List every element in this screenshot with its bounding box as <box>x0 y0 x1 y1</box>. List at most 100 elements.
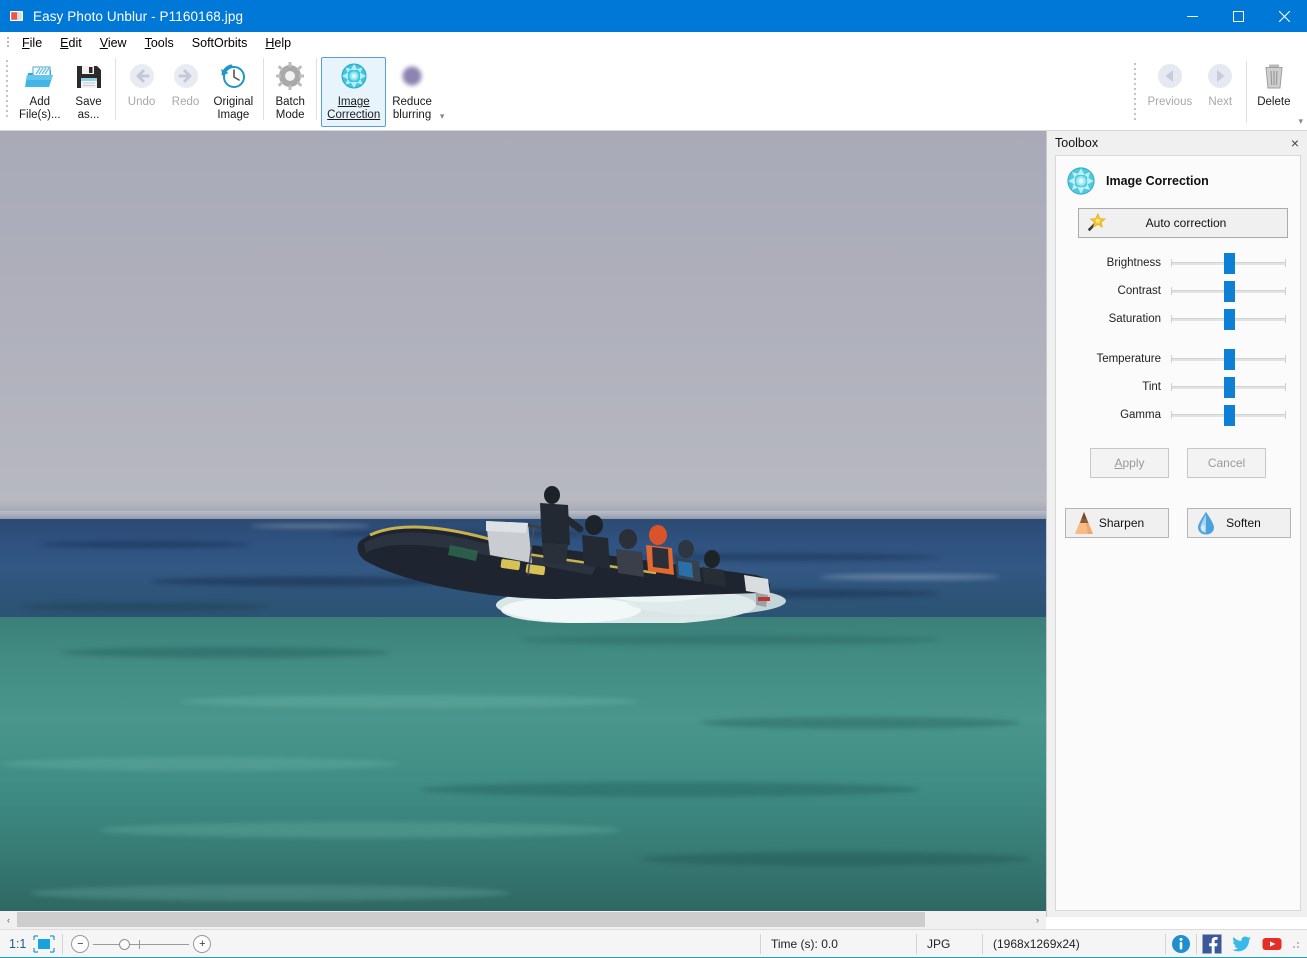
redo-button[interactable]: Redo <box>164 57 208 127</box>
previous-button[interactable]: Previous <box>1141 57 1198 127</box>
dimensions-field: (1968x1269x24) <box>983 930 1165 958</box>
slider-row-tint: Tint <box>1056 376 1300 398</box>
slider-saturation[interactable] <box>1171 309 1286 329</box>
apply-button[interactable]: Apply <box>1090 448 1169 478</box>
slider-row-brightness: Brightness <box>1056 252 1300 274</box>
twitter-icon[interactable] <box>1232 934 1252 954</box>
correction-sliders: Brightness Contrast Saturation <box>1056 252 1300 426</box>
slider-row-saturation: Saturation <box>1056 308 1300 330</box>
undo-label: Undo <box>128 96 156 109</box>
undo-button[interactable]: Undo <box>120 57 164 127</box>
soften-button[interactable]: Soften <box>1187 508 1291 538</box>
zoom-in-button[interactable]: + <box>193 935 211 953</box>
save-as-button[interactable]: Save as... <box>67 57 111 127</box>
add-files-button[interactable]: Add File(s)... <box>13 57 67 127</box>
slider-thumb-brightness[interactable] <box>1224 253 1235 274</box>
reduce-blurring-icon <box>396 61 428 93</box>
reduce-blurring-label: Reduce blurring <box>392 96 432 121</box>
minimize-button[interactable] <box>1169 0 1215 32</box>
menu-item-edit[interactable]: Edit <box>51 33 91 53</box>
slider-gamma[interactable] <box>1171 405 1286 425</box>
original-image-label: Original Image <box>214 96 254 121</box>
toolbar-overflow-icon-right[interactable]: ▾ <box>1296 116 1307 131</box>
photo-image <box>0 131 1046 917</box>
fit-to-window-icon[interactable] <box>32 935 56 953</box>
magic-wand-icon <box>1085 212 1107 234</box>
apply-cancel-row: Apply Cancel <box>1056 448 1300 478</box>
slider-label-saturation: Saturation <box>1056 313 1171 325</box>
original-image-button[interactable]: Original Image <box>208 57 260 127</box>
redo-icon <box>170 61 202 93</box>
soften-label: Soften <box>1217 516 1290 530</box>
image-correction-icon <box>1066 166 1096 196</box>
toolbox-close-icon[interactable]: × <box>1289 136 1301 150</box>
batch-mode-button[interactable]: Batch Mode <box>268 57 312 127</box>
slider-thumb-gamma[interactable] <box>1224 405 1235 426</box>
toolbar-edit-group: Undo Redo <box>120 54 260 126</box>
toolbar-correction-group: Image Correction Reduce blurring <box>321 54 448 126</box>
menu-item-help[interactable]: Help <box>256 33 300 53</box>
slider-contrast[interactable] <box>1171 281 1286 301</box>
slider-row-temperature: Temperature <box>1056 348 1300 370</box>
sharpen-label: Sharpen <box>1095 516 1168 530</box>
maximize-button[interactable] <box>1215 0 1261 32</box>
facebook-icon[interactable] <box>1202 934 1222 954</box>
scroll-left-arrow-icon[interactable]: ‹ <box>0 911 17 929</box>
info-icon[interactable] <box>1171 934 1191 954</box>
slider-thumb-contrast[interactable] <box>1224 281 1235 302</box>
scroll-right-arrow-icon[interactable]: › <box>1029 911 1046 929</box>
format-field: JPG <box>917 930 982 958</box>
delete-icon <box>1258 61 1290 93</box>
slider-label-temperature: Temperature <box>1056 353 1171 365</box>
delete-button[interactable]: Delete <box>1251 57 1296 127</box>
next-label: Next <box>1208 96 1232 109</box>
image-canvas[interactable] <box>0 131 1046 917</box>
resize-grip-icon[interactable] <box>1289 938 1301 950</box>
zoom-ratio-label: 1:1 <box>0 937 32 951</box>
slider-label-tint: Tint <box>1056 381 1171 393</box>
window-title: Easy Photo Unblur - P1160168.jpg <box>33 9 243 24</box>
zoom-slider-thumb[interactable] <box>119 939 130 950</box>
slider-tint[interactable] <box>1171 377 1286 397</box>
slider-brightness[interactable] <box>1171 253 1286 273</box>
application-window: Easy Photo Unblur - P1160168.jpg FFileil… <box>0 0 1307 958</box>
auto-correction-label: Auto correction <box>1107 216 1287 230</box>
slider-temperature[interactable] <box>1171 349 1286 369</box>
sharpen-button[interactable]: Sharpen <box>1065 508 1169 538</box>
menu-item-softorbits[interactable]: SoftOrbits <box>183 33 257 53</box>
undo-icon <box>126 61 158 93</box>
slider-label-gamma: Gamma <box>1056 409 1171 421</box>
add-files-icon <box>24 61 56 93</box>
toolbar-separator-4 <box>1246 61 1247 123</box>
zoom-out-button[interactable]: − <box>71 935 89 953</box>
cancel-button[interactable]: Cancel <box>1187 448 1266 478</box>
toolbar-overflow-icon[interactable]: ▾ <box>438 111 449 126</box>
auto-correction-button[interactable]: Auto correction <box>1078 208 1288 238</box>
slider-thumb-temperature[interactable] <box>1224 349 1235 370</box>
menu-item-tools[interactable]: Tools <box>136 33 183 53</box>
toolbar-grip-icon <box>3 58 11 124</box>
youtube-icon[interactable] <box>1262 934 1282 954</box>
save-as-label: Save as... <box>75 96 101 121</box>
menu-item-file[interactable]: FFileile <box>13 33 51 53</box>
image-correction-section-title: Image Correction <box>1106 174 1209 188</box>
zoom-slider[interactable] <box>91 935 191 953</box>
menu-item-view[interactable]: View <box>91 33 136 53</box>
menu-grip-icon <box>3 35 13 51</box>
slider-thumb-saturation[interactable] <box>1224 309 1235 330</box>
horizontal-scrollbar[interactable]: ‹ › <box>0 911 1046 929</box>
image-correction-section-header: Image Correction <box>1056 156 1300 196</box>
scrollbar-thumb[interactable] <box>17 912 925 927</box>
image-correction-button[interactable]: Image Correction <box>321 57 386 127</box>
reduce-blurring-button[interactable]: Reduce blurring <box>386 57 438 127</box>
toolbar-grip-icon-right <box>1131 61 1139 127</box>
close-button[interactable] <box>1261 0 1307 32</box>
toolbar-navigation-group: Previous Next <box>1128 54 1307 131</box>
toolbox-panel: Toolbox × <box>1046 131 1307 917</box>
app-icon <box>9 8 25 24</box>
image-correction-icon <box>338 61 370 93</box>
next-button[interactable]: Next <box>1198 57 1242 127</box>
slider-thumb-tint[interactable] <box>1224 377 1235 398</box>
zoom-control[interactable]: − + <box>63 935 219 953</box>
scrollbar-track[interactable] <box>17 911 1029 929</box>
